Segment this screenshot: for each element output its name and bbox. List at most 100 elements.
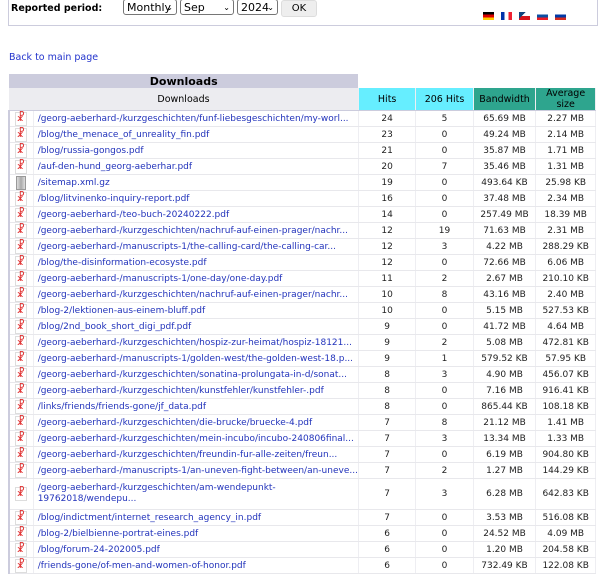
hits-cell: 9 — [358, 318, 417, 335]
file-link[interactable]: /georg-aeberhard-/kurzgeschichten/nachru… — [33, 222, 359, 239]
file-link[interactable]: /blog/the-disinformation-ecosyste.pdf — [33, 254, 359, 271]
russian-flag-icon[interactable] — [555, 12, 566, 20]
file-link[interactable]: /georg-aeberhard-/kurzgeschichten/kunstf… — [33, 382, 359, 399]
icon-cell — [7, 302, 34, 319]
file-link[interactable]: /blog/litvinenko-inquiry-report.pdf — [33, 190, 359, 207]
icon-cell — [7, 190, 34, 207]
file-link[interactable]: /blog/russia-gongos.pdf — [33, 142, 359, 159]
file-link[interactable]: /blog-2/bielbienne-portrat-eines.pdf — [33, 525, 359, 542]
bandwidth-cell: 732.49 KB — [473, 557, 537, 574]
206-hits-cell: 0 — [415, 142, 474, 159]
icon-cell — [7, 254, 34, 271]
icon-cell — [7, 366, 34, 383]
file-link[interactable]: /georg-aeberhard-/kurzgeschichten/hospiz… — [33, 334, 359, 351]
206-hits-cell: 0 — [415, 302, 474, 319]
file-link[interactable]: /georg-aeberhard-/manuscripts-1/one-day/… — [33, 270, 359, 287]
file-link[interactable]: /blog/the_menace_of_unreality_fin.pdf — [33, 126, 359, 143]
file-link[interactable]: /georg-aeberhard-/kurzgeschichten/freund… — [33, 446, 359, 463]
206-hits-cell: 0 — [415, 446, 474, 463]
file-link[interactable]: /sitemap.xml.gz — [33, 174, 359, 191]
pdf-file-icon — [15, 159, 28, 174]
file-link[interactable]: /friends-gone/of-men-and-women-of-honor.… — [33, 557, 359, 574]
206-hits-cell: 3 — [415, 430, 474, 447]
file-link[interactable]: /blog/2nd_book_short_digi_pdf.pdf — [33, 318, 359, 335]
french-flag-icon[interactable] — [501, 12, 512, 20]
file-link[interactable]: /auf-den-hund_georg-aeberhar.pdf — [33, 158, 359, 175]
hits-cell: 7 — [358, 509, 417, 526]
file-link[interactable]: /georg-aeberhard-/manuscripts-1/the-call… — [33, 238, 359, 255]
year-select[interactable]: 2024 ⌄ — [237, 0, 278, 15]
bandwidth-cell: 4.22 MB — [473, 238, 537, 255]
file-link[interactable]: /blog/forum-24-202005.pdf — [33, 541, 359, 558]
pdf-file-icon — [15, 383, 28, 398]
206-hits-cell: 0 — [415, 174, 474, 191]
average-size-cell: 288.29 KB — [535, 238, 596, 255]
back-to-main-link[interactable]: Back to main page — [9, 52, 98, 63]
file-link[interactable]: /georg-aeberhard-/teo-buch-20240222.pdf — [33, 206, 359, 223]
average-size-cell: 516.08 KB — [535, 509, 596, 526]
hits-cell: 8 — [358, 398, 417, 415]
file-link[interactable]: /georg-aeberhard-/kurzgeschichten/funf-l… — [33, 110, 359, 127]
file-link[interactable]: /blog-2/lektionen-aus-einem-bluff.pdf — [33, 302, 359, 319]
file-link[interactable]: /blog/indictment/internet_research_agenc… — [33, 509, 359, 526]
file-link[interactable]: /georg-aeberhard-/kurzgeschichten/die-br… — [33, 414, 359, 431]
file-link[interactable]: /georg-aeberhard-/manuscripts-1/an-uneve… — [33, 462, 359, 479]
table-row: /auf-den-hund_georg-aeberhar.pdf 20 7 35… — [7, 158, 596, 175]
file-link[interactable]: /georg-aeberhard-/kurzgeschichten/mein-i… — [33, 430, 359, 447]
file-link[interactable]: /links/friends/friends-gone/jf_data.pdf — [33, 398, 359, 415]
table-row: /georg-aeberhard-/kurzgeschichten/hospiz… — [7, 334, 596, 351]
206-hits-cell: 0 — [415, 206, 474, 223]
month-select[interactable]: Sep ⌄ — [180, 0, 234, 15]
table-row: /georg-aeberhard-/manuscripts-1/the-call… — [7, 238, 596, 255]
german-flag-icon[interactable] — [483, 12, 494, 20]
table-row: /blog/forum-24-202005.pdf 6 0 1.20 MB 20… — [7, 541, 596, 558]
average-size-cell: 642.83 KB — [535, 478, 596, 510]
month-value: Sep — [184, 1, 205, 14]
average-size-cell: 4.09 MB — [535, 525, 596, 542]
period-type-select[interactable]: Monthly ⌄ — [123, 0, 177, 15]
column-header-hits: Hits — [358, 88, 417, 111]
206-hits-cell: 19 — [415, 222, 474, 239]
icon-cell — [7, 238, 34, 255]
average-size-cell: 204.58 KB — [535, 541, 596, 558]
icon-cell — [7, 430, 34, 447]
hits-cell: 23 — [358, 126, 417, 143]
pdf-file-icon — [15, 335, 28, 350]
file-link[interactable]: /georg-aeberhard-/manuscripts-1/golden-w… — [33, 350, 359, 367]
hits-cell: 7 — [358, 462, 417, 479]
file-link[interactable]: /georg-aeberhard-/kurzgeschichten/am-wen… — [33, 478, 359, 510]
icon-cell — [7, 350, 34, 367]
ok-button[interactable]: OK — [281, 0, 317, 17]
average-size-cell: 2.14 MB — [535, 126, 596, 143]
hits-cell: 20 — [358, 158, 417, 175]
icon-cell — [7, 142, 34, 159]
206-hits-cell: 3 — [415, 238, 474, 255]
pdf-file-icon — [15, 111, 28, 126]
icon-cell — [7, 557, 34, 574]
pdf-file-icon — [15, 303, 28, 318]
table-row: /georg-aeberhard-/manuscripts-1/golden-w… — [7, 350, 596, 367]
slovak-flag-icon[interactable] — [537, 12, 548, 20]
column-header-bandwidth: Bandwidth — [473, 88, 537, 111]
hits-cell: 19 — [358, 174, 417, 191]
file-link[interactable]: /georg-aeberhard-/kurzgeschichten/nachru… — [33, 286, 359, 303]
hits-cell: 24 — [358, 110, 417, 127]
hits-cell: 8 — [358, 382, 417, 399]
icon-cell — [7, 509, 34, 526]
icon-cell — [7, 446, 34, 463]
pdf-file-icon — [15, 415, 28, 430]
icon-cell — [7, 270, 34, 287]
206-hits-cell: 0 — [415, 525, 474, 542]
206-hits-cell: 0 — [415, 126, 474, 143]
column-header-206-hits: 206 Hits — [415, 88, 474, 111]
icon-cell — [7, 414, 34, 431]
hits-cell: 14 — [358, 206, 417, 223]
icon-cell — [7, 206, 34, 223]
file-link[interactable]: /georg-aeberhard-/kurzgeschichten/sonati… — [33, 366, 359, 383]
bandwidth-cell: 865.44 KB — [473, 398, 537, 415]
average-size-cell: 2.27 MB — [535, 110, 596, 127]
czech-flag-icon[interactable] — [519, 12, 530, 20]
hits-cell: 7 — [358, 478, 417, 510]
hits-cell: 11 — [358, 270, 417, 287]
table-row: /georg-aeberhard-/kurzgeschichten/nachru… — [7, 222, 596, 239]
